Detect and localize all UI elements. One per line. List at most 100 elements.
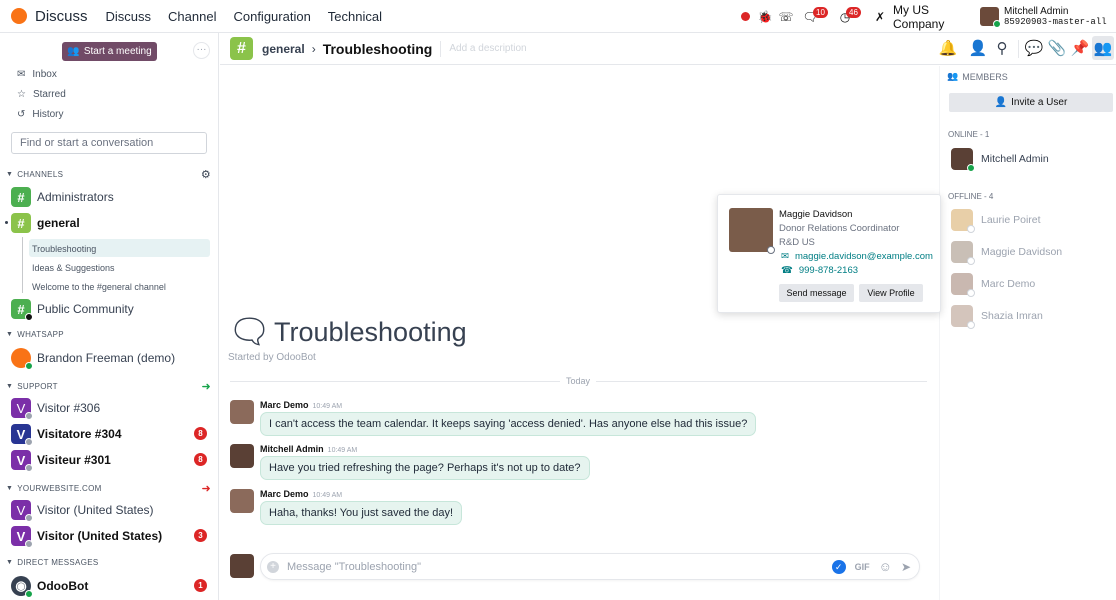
phone-icon[interactable]: ☏ bbox=[777, 0, 795, 33]
member-laurie-poiret[interactable]: Laurie Poiret bbox=[951, 209, 1041, 233]
chevron-down-icon: ▼ bbox=[6, 383, 14, 390]
support-visiteur-301[interactable]: V Visiteur #301 8 bbox=[11, 450, 211, 472]
divider bbox=[1018, 40, 1019, 58]
channel-general[interactable]: # general bbox=[11, 213, 211, 233]
avatar: V bbox=[11, 500, 33, 522]
discuss-logo-icon[interactable] bbox=[11, 8, 27, 24]
thread-title[interactable]: Troubleshooting bbox=[323, 41, 433, 57]
gif-button[interactable]: GIF bbox=[855, 562, 870, 572]
nav-starred-label: Starred bbox=[32, 89, 66, 100]
members-icon: 👥 bbox=[947, 71, 959, 81]
message-composer[interactable]: + Message "Troubleshooting" ✓ GIF ☺ ➤ bbox=[260, 553, 920, 580]
dm-section-header[interactable]: ▼ DIRECT MESSAGES bbox=[6, 558, 211, 567]
view-profile-button[interactable]: View Profile bbox=[859, 284, 923, 302]
support-title: SUPPORT bbox=[17, 382, 58, 391]
member-name: Marc Demo bbox=[981, 278, 1036, 290]
conversation-search-input[interactable]: Find or start a conversation bbox=[11, 132, 207, 154]
website-visitor-us-2[interactable]: V Visitor (United States) 3 bbox=[11, 526, 211, 548]
conversation-name: Visitatore #304 bbox=[37, 427, 122, 441]
dm-odoobot[interactable]: ◉ OdooBot 1 bbox=[11, 576, 211, 598]
avatar bbox=[951, 305, 975, 329]
message-author[interactable]: Marc Demo 10:49 AM bbox=[260, 400, 342, 410]
member-mitchell-admin[interactable]: Mitchell Admin bbox=[951, 148, 1049, 172]
debug-bug-icon[interactable]: 🐞 bbox=[757, 0, 773, 33]
members-icon[interactable]: 👥 bbox=[1092, 36, 1114, 60]
send-icon[interactable]: ➤ bbox=[901, 560, 911, 574]
avatar[interactable] bbox=[230, 400, 254, 424]
breadcrumb-parent[interactable]: general bbox=[262, 42, 305, 56]
activity-clock-icon[interactable]: ◷ 46 bbox=[835, 0, 861, 33]
tools-icon[interactable]: ✗ bbox=[872, 0, 888, 33]
description-input[interactable]: Add a description bbox=[449, 43, 526, 54]
nav-starred[interactable]: ☆ Starred bbox=[17, 89, 66, 100]
website-visitor-us-1[interactable]: V Visitor (United States) bbox=[11, 500, 211, 522]
plus-icon[interactable]: + bbox=[267, 560, 279, 573]
threads-icon[interactable]: 💬 bbox=[1023, 36, 1045, 60]
avatar: V bbox=[11, 526, 33, 548]
search-icon[interactable]: ⚲ bbox=[991, 36, 1013, 60]
channel-public-community[interactable]: # Public Community bbox=[11, 299, 211, 321]
website-section-header[interactable]: ▼ YOURWEBSITE.COM ➜ bbox=[6, 482, 211, 495]
messages-icon[interactable]: 🗨 10 bbox=[800, 0, 828, 33]
app-name[interactable]: Discuss bbox=[35, 8, 88, 25]
thread-troubleshooting[interactable]: Troubleshooting bbox=[32, 244, 96, 254]
menu-discuss[interactable]: Discuss bbox=[106, 9, 152, 24]
emoji-icon[interactable]: ☺ bbox=[879, 559, 892, 574]
company-switcher[interactable]: My US Company bbox=[893, 0, 973, 33]
support-visitor-306[interactable]: V Visitor #306 bbox=[11, 398, 211, 420]
channels-section-header[interactable]: ▼ CHANNELS ⚙ bbox=[6, 168, 211, 181]
popover-email[interactable]: ✉ maggie.davidson@example.com bbox=[781, 251, 933, 262]
whatsapp-brandon-freeman[interactable]: Brandon Freeman (demo) bbox=[11, 348, 211, 370]
more-options-icon[interactable]: ··· bbox=[193, 42, 210, 59]
online-title: ONLINE - 1 bbox=[948, 130, 990, 139]
member-maggie-davidson[interactable]: Maggie Davidson bbox=[951, 241, 1063, 265]
thread-welcome[interactable]: Welcome to the #general channel bbox=[32, 282, 166, 292]
popover-phone[interactable]: ☎ 999-878-2163 bbox=[781, 265, 858, 276]
composer-input[interactable]: Message "Troubleshooting" bbox=[287, 561, 421, 573]
channel-administrators[interactable]: # Administrators bbox=[11, 187, 211, 207]
nav-inbox-label: Inbox bbox=[32, 69, 57, 80]
chevron-down-icon: ▼ bbox=[6, 559, 14, 566]
menu-configuration[interactable]: Configuration bbox=[233, 9, 310, 24]
chevron-down-icon: ▼ bbox=[6, 331, 14, 338]
support-visitatore-304[interactable]: V Visitatore #304 8 bbox=[11, 424, 211, 446]
user-name[interactable]: Mitchell Admin bbox=[1004, 6, 1068, 17]
support-section-header[interactable]: ▼ SUPPORT ➜ bbox=[6, 380, 211, 393]
add-user-icon[interactable]: 👤 bbox=[967, 36, 989, 60]
join-icon[interactable]: ➜ bbox=[201, 380, 211, 393]
message-time: 10:49 AM bbox=[312, 492, 343, 499]
unread-badge: 8 bbox=[194, 453, 207, 466]
gear-icon[interactable]: ⚙ bbox=[201, 168, 211, 181]
nav-inbox[interactable]: ✉ Inbox bbox=[17, 69, 57, 80]
whatsapp-section-header[interactable]: ▼ WHATSAPP bbox=[6, 330, 211, 339]
user-avatar[interactable] bbox=[979, 0, 1001, 33]
leave-icon[interactable]: ➜ bbox=[201, 482, 211, 495]
record-icon[interactable] bbox=[739, 0, 751, 33]
spellcheck-icon[interactable]: ✓ bbox=[831, 559, 846, 574]
member-marc-demo[interactable]: Marc Demo bbox=[951, 273, 1036, 297]
chat-title: Troubleshooting bbox=[274, 317, 467, 347]
bell-icon[interactable]: 🔔 bbox=[937, 36, 959, 60]
nav-history[interactable]: ↺ History bbox=[17, 109, 64, 120]
whatsapp-title: WHATSAPP bbox=[17, 330, 64, 339]
invite-user-button[interactable]: 👤 Invite a User bbox=[949, 93, 1113, 112]
message-author[interactable]: Mitchell Admin 10:49 AM bbox=[260, 444, 357, 454]
avatar[interactable] bbox=[230, 489, 254, 513]
send-message-button[interactable]: Send message bbox=[779, 284, 854, 302]
menu-channel[interactable]: Channel bbox=[168, 9, 216, 24]
status-dot bbox=[967, 164, 975, 172]
channel-hash-icon: # bbox=[11, 187, 31, 207]
avatar bbox=[951, 241, 975, 265]
member-name: Maggie Davidson bbox=[981, 246, 1063, 258]
conversation-name: Visiteur #301 bbox=[37, 453, 111, 467]
pin-icon[interactable]: 📌 bbox=[1069, 36, 1091, 60]
attachment-icon[interactable]: 📎 bbox=[1046, 36, 1068, 60]
member-shazia-imran[interactable]: Shazia Imran bbox=[951, 305, 1043, 329]
avatar[interactable] bbox=[230, 444, 254, 468]
channel-hash-icon: # bbox=[11, 299, 33, 321]
thread-ideas-suggestions[interactable]: Ideas & Suggestions bbox=[32, 263, 115, 273]
active-indicator bbox=[5, 221, 8, 224]
start-meeting-button[interactable]: 👥 Start a meeting bbox=[62, 42, 157, 61]
menu-technical[interactable]: Technical bbox=[328, 9, 382, 24]
message-author[interactable]: Marc Demo 10:49 AM bbox=[260, 489, 342, 499]
